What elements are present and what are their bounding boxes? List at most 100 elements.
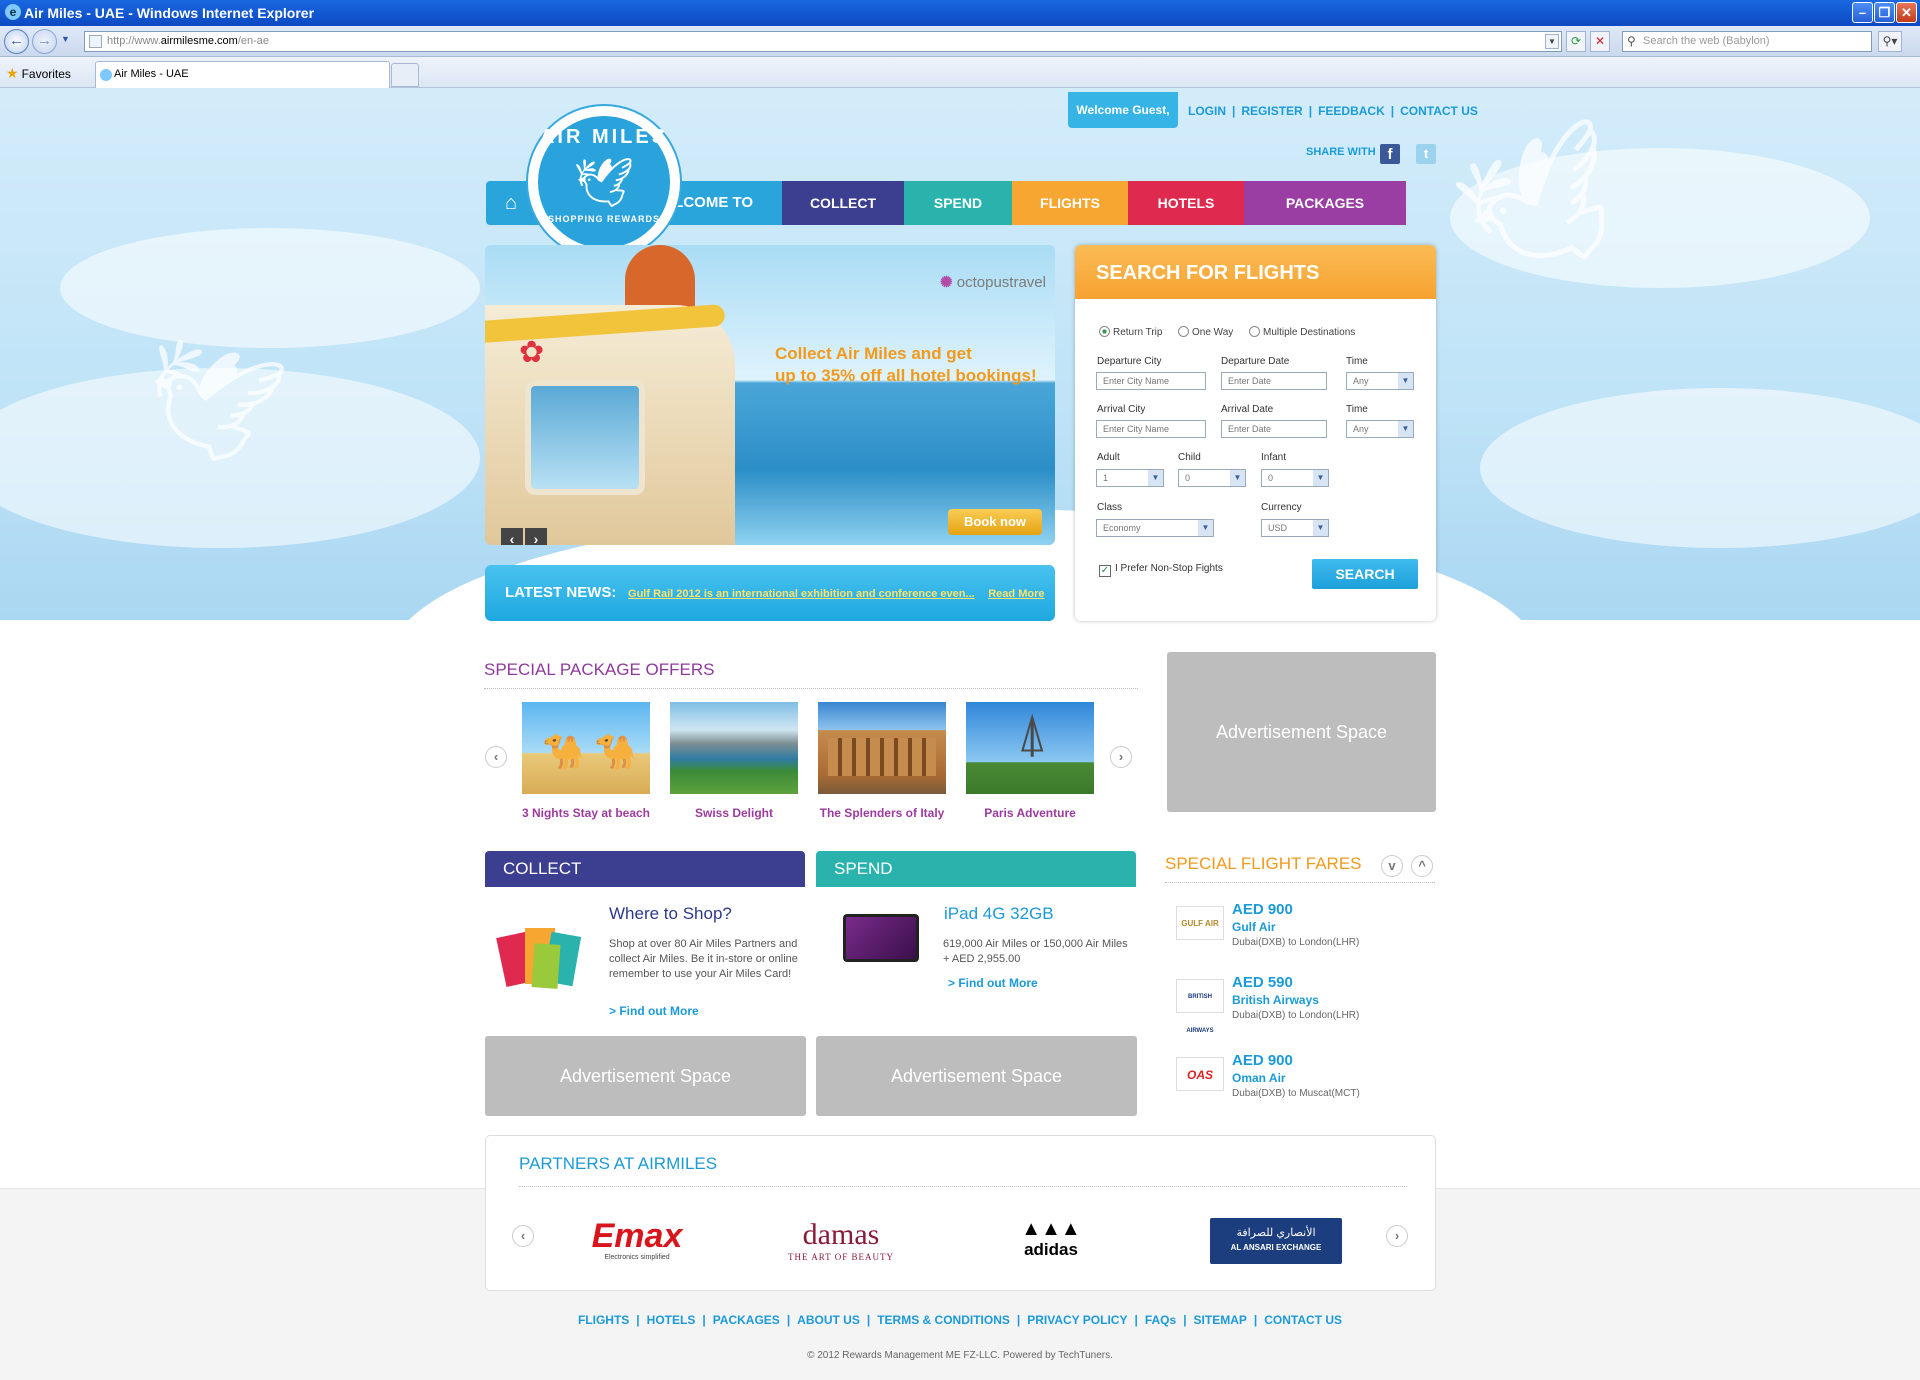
- footer-link-sitemap[interactable]: SITEMAP: [1194, 1313, 1247, 1327]
- departure-time-select[interactable]: Any ▼: [1346, 372, 1414, 390]
- footer-link-privacy[interactable]: PRIVACY POLICY: [1027, 1313, 1127, 1327]
- package-caption[interactable]: Paris Adventure: [955, 806, 1105, 820]
- fare-item[interactable]: AED 590 British Airways Dubai(DXB) to Lo…: [1232, 974, 1359, 1021]
- spend-body: 619,000 Air Miles or 150,000 Air Miles +…: [943, 938, 1128, 965]
- favorites-button[interactable]: ★ Favorites: [6, 65, 71, 82]
- nav-packages[interactable]: PACKAGES: [1244, 181, 1406, 225]
- banner-prev-icon[interactable]: ‹: [501, 528, 523, 545]
- new-tab-button[interactable]: [391, 63, 419, 87]
- tab-favicon: [100, 69, 112, 81]
- damas-logo[interactable]: damas THE ART OF BEAUTY: [782, 1218, 900, 1264]
- contact-us-link[interactable]: CONTACT US: [1400, 104, 1478, 118]
- camels-beach-image[interactable]: 🐪 🐪: [522, 702, 650, 794]
- adult-select[interactable]: 1 ▼: [1096, 469, 1164, 487]
- footer-link-about-us[interactable]: ABOUT US: [797, 1313, 860, 1327]
- url-field[interactable]: http://www.airmilesme.com/en-ae: [84, 31, 1562, 52]
- footer-link-faqs[interactable]: FAQs: [1145, 1313, 1176, 1327]
- child-select[interactable]: 0 ▼: [1178, 469, 1246, 487]
- search-flights-button[interactable]: SEARCH: [1312, 559, 1418, 589]
- fare-route: Dubai(DXB) to London(LHR): [1232, 937, 1360, 948]
- register-link[interactable]: REGISTER: [1241, 104, 1302, 118]
- arrival-time-select[interactable]: Any ▼: [1346, 420, 1414, 438]
- packages-prev-icon[interactable]: ‹: [485, 746, 507, 768]
- fares-up-icon[interactable]: ^: [1411, 855, 1433, 877]
- banner-next-icon[interactable]: ›: [525, 528, 547, 545]
- departure-city-input[interactable]: Enter City Name: [1096, 372, 1206, 390]
- adidas-logo[interactable]: ▲▲▲ adidas: [1006, 1218, 1096, 1264]
- package-caption[interactable]: The Splenders of Italy: [807, 806, 957, 820]
- logo-top-text: AIR MILES: [539, 126, 669, 148]
- advertisement-space[interactable]: Advertisement Space: [816, 1036, 1137, 1116]
- al-ansari-exchange-logo[interactable]: الأنصاري للصرافة AL ANSARI EXCHANGE: [1210, 1218, 1342, 1264]
- fare-airline: British Airways: [1232, 993, 1319, 1007]
- fares-down-icon[interactable]: v: [1381, 855, 1403, 877]
- swiss-lake-image[interactable]: [670, 702, 798, 794]
- welcome-guest: Welcome Guest,: [1068, 92, 1178, 128]
- arrival-date-input[interactable]: Enter Date: [1221, 420, 1327, 438]
- cloud: [1480, 388, 1920, 548]
- departure-date-input[interactable]: Enter Date: [1221, 372, 1327, 390]
- fare-item[interactable]: AED 900 Oman Air Dubai(DXB) to Muscat(MC…: [1232, 1052, 1360, 1099]
- nav-spend[interactable]: SPEND: [904, 181, 1012, 225]
- packages-next-icon[interactable]: ›: [1110, 746, 1132, 768]
- collect-header: COLLECT: [485, 851, 805, 887]
- footer-link-terms[interactable]: TERMS & CONDITIONS: [877, 1313, 1010, 1327]
- feedback-link[interactable]: FEEDBACK: [1318, 104, 1385, 118]
- fare-item[interactable]: AED 900 Gulf Air Dubai(DXB) to London(LH…: [1232, 901, 1359, 948]
- promo-banner[interactable]: ✿ ✺ octopustravel Collect Air Miles and …: [485, 245, 1055, 545]
- advertisement-space[interactable]: Advertisement Space: [1167, 652, 1436, 812]
- twitter-icon[interactable]: t: [1416, 144, 1436, 164]
- minimize-icon[interactable]: –: [1852, 2, 1873, 23]
- nav-collect[interactable]: COLLECT: [782, 181, 904, 225]
- back-icon[interactable]: ←: [4, 29, 29, 54]
- chevron-down-icon: ▼: [1398, 373, 1413, 389]
- eiffel-tower-image[interactable]: ⍋: [966, 702, 1094, 794]
- chevron-down-icon: ▼: [1230, 470, 1245, 486]
- partners-prev-icon[interactable]: ‹: [512, 1225, 534, 1247]
- forward-icon[interactable]: →: [32, 29, 57, 54]
- banner-promo-text: Collect Air Miles and get up to 35% off …: [775, 343, 1045, 387]
- colosseum-image[interactable]: [818, 702, 946, 794]
- facebook-icon[interactable]: f: [1380, 144, 1400, 164]
- package-caption[interactable]: Swiss Delight: [659, 806, 809, 820]
- footer-link-hotels[interactable]: HOTELS: [647, 1313, 696, 1327]
- collect-find-out-more-link[interactable]: > Find out More: [609, 1004, 699, 1018]
- read-more-link[interactable]: Read More: [988, 588, 1044, 600]
- footer-link-contact-us[interactable]: CONTACT US: [1264, 1313, 1342, 1327]
- search-go-icon[interactable]: ⚲▾: [1878, 31, 1902, 52]
- nav-hotels[interactable]: HOTELS: [1128, 181, 1244, 225]
- fare-airline: Gulf Air: [1232, 920, 1276, 934]
- flight-search-title: SEARCH FOR FLIGHTS: [1075, 245, 1436, 299]
- history-dropdown-icon[interactable]: ▼: [61, 34, 70, 44]
- currency-select[interactable]: USD ▼: [1261, 519, 1329, 537]
- login-link[interactable]: LOGIN: [1188, 104, 1226, 118]
- return-trip-radio[interactable]: Return Trip: [1099, 326, 1162, 338]
- infant-select[interactable]: 0 ▼: [1261, 469, 1329, 487]
- logo-bottom-text: SHOPPING REWARDS: [547, 214, 660, 224]
- url-dropdown-icon[interactable]: ▼: [1545, 34, 1559, 49]
- emax-logo[interactable]: Emax Electronics simplified: [574, 1218, 700, 1264]
- footer-link-flights[interactable]: FLIGHTS: [578, 1313, 629, 1327]
- nav-flights[interactable]: FLIGHTS: [1012, 181, 1128, 225]
- multi-destination-radio[interactable]: Multiple Destinations: [1249, 326, 1355, 338]
- refresh-icon[interactable]: ⟳: [1566, 31, 1586, 52]
- news-headline-link[interactable]: Gulf Rail 2012 is an international exhib…: [628, 588, 975, 600]
- arrival-city-input[interactable]: Enter City Name: [1096, 420, 1206, 438]
- flower-icon: ✿: [519, 336, 545, 369]
- close-icon[interactable]: ✕: [1896, 2, 1917, 23]
- class-select[interactable]: Economy ▼: [1096, 519, 1214, 537]
- partners-next-icon[interactable]: ›: [1386, 1225, 1408, 1247]
- web-search-input[interactable]: ⚲ Search the web (Babylon): [1622, 31, 1872, 52]
- spend-find-out-more-link[interactable]: > Find out More: [948, 976, 1038, 990]
- stop-icon[interactable]: ✕: [1590, 31, 1610, 52]
- one-way-radio[interactable]: One Way: [1178, 326, 1233, 338]
- advertisement-space[interactable]: Advertisement Space: [485, 1036, 806, 1116]
- book-now-button[interactable]: Book now: [948, 509, 1042, 535]
- browser-tab[interactable]: Air Miles - UAE: [95, 61, 390, 88]
- nonstop-checkbox[interactable]: ✓ I Prefer Non-Stop Fights: [1099, 563, 1223, 577]
- package-caption[interactable]: 3 Nights Stay at beach: [511, 806, 661, 820]
- restore-icon[interactable]: ❐: [1874, 2, 1895, 23]
- air-miles-logo[interactable]: AIR MILES 🕊 SHOPPING REWARDS: [528, 106, 680, 258]
- footer-link-packages[interactable]: PACKAGES: [713, 1313, 780, 1327]
- partners-panel: PARTNERS AT AIRMILES ‹ › Emax Electronic…: [485, 1135, 1436, 1291]
